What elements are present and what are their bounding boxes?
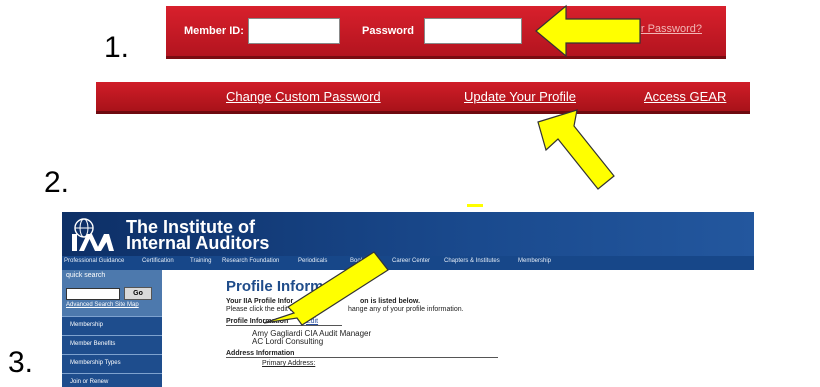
yellow-mark: [467, 204, 483, 207]
arrow-down-left-icon: [263, 251, 389, 326]
annotation-arrows: [263, 4, 641, 326]
arrow-up-icon: [537, 109, 615, 190]
arrow-left-icon: [535, 4, 641, 58]
